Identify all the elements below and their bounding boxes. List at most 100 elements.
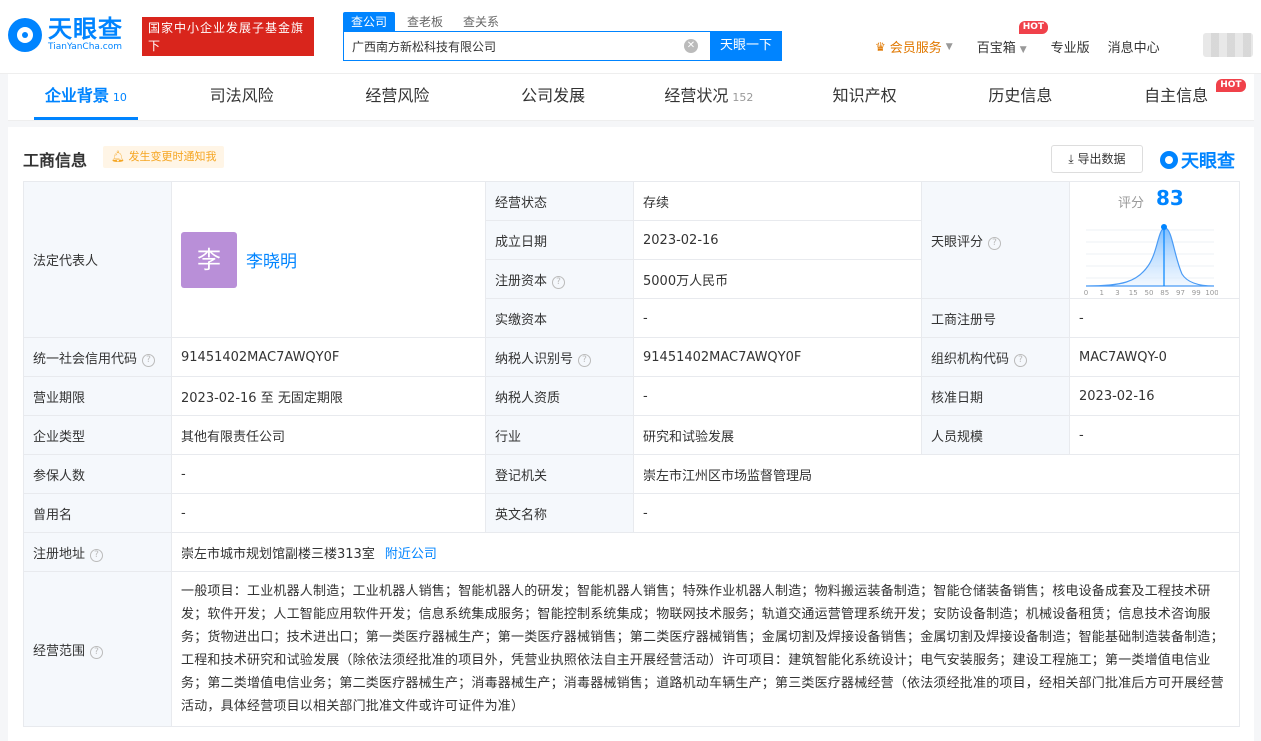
tab-label: 司法风险 <box>209 86 274 105</box>
gov-badge-line1: 国家中小企业发展子基金旗下 <box>148 21 305 53</box>
founded-value: 2023-02-16 <box>633 220 922 260</box>
site-logo[interactable]: 天眼查 TianYanCha.com <box>8 16 123 53</box>
staff-label: 人员规模 <box>921 415 1070 455</box>
bell-icon: 🔔︎ <box>111 150 129 163</box>
nearby-companies-link[interactable]: 附近公司 <box>385 547 437 562</box>
card-logo-text: 天眼查 <box>1181 151 1235 172</box>
help-icon[interactable]: ? <box>1014 353 1028 367</box>
score-title: 评分 <box>1118 196 1145 211</box>
search-tab-boss[interactable]: 查老板 <box>399 12 451 31</box>
approved-value: 2023-02-16 <box>1069 376 1240 416</box>
business-info-table: 法定代表人 李 李晓明 经营状态 存续 天眼评分? 评分 83 0 1 3 15… <box>23 181 1240 727</box>
score-tick-label: 1 <box>1100 289 1104 296</box>
credit-code-label-cell: 统一社会信用代码? <box>23 337 172 377</box>
tab-operation-risk[interactable]: 经营风险 <box>320 74 476 120</box>
scope-label-cell: 经营范围? <box>23 571 172 727</box>
tab-self-info[interactable]: 自主信息 HOT <box>1098 74 1254 120</box>
help-icon[interactable]: ? <box>90 645 104 659</box>
type-label: 企业类型 <box>23 415 172 455</box>
tab-label: 知识产权 <box>832 86 897 105</box>
vip-service-menu[interactable]: ♛ 会员服务 ▼ <box>875 37 953 57</box>
taxpayer-id-label: 纳税人识别号 <box>495 351 574 367</box>
taxpayer-id-value: 91451402MAC7AWQY0F <box>633 337 922 377</box>
legal-rep-cell: 李 李晓明 <box>171 181 486 338</box>
logo-domain: TianYanCha.com <box>48 42 123 52</box>
tab-judicial-risk[interactable]: 司法风险 <box>164 74 320 120</box>
top-header: 天眼查 TianYanCha.com 国家中小企业发展子基金旗下 官方备案企业征… <box>0 0 1261 74</box>
help-icon[interactable]: ? <box>988 236 1002 250</box>
credit-code-value: 91451402MAC7AWQY0F <box>171 337 486 377</box>
tab-operation-status[interactable]: 经营状况 152 <box>631 74 787 120</box>
table-row: 企业类型 其他有限责任公司 行业 研究和试验发展 人员规模 - <box>23 415 1240 455</box>
logo-eye-icon <box>1160 151 1178 169</box>
search-button[interactable]: 天眼一下 <box>710 31 782 61</box>
search-tab-company[interactable]: 查公司 <box>343 12 396 31</box>
status-value: 存续 <box>633 181 922 221</box>
table-row: 法定代表人 李 李晓明 经营状态 存续 天眼评分? 评分 83 0 1 3 15… <box>23 181 1240 338</box>
user-avatar[interactable] <box>1203 33 1253 57</box>
authority-label: 登记机关 <box>485 454 634 494</box>
term-label: 营业期限 <box>23 376 172 416</box>
legal-rep-label: 法定代表人 <box>23 181 172 338</box>
capital-label: 注册资本 <box>495 273 548 289</box>
table-row: 经营范围? 一般项目：工业机器人制造；工业机器人销售；智能机器人的研发；智能机器… <box>23 571 1240 727</box>
score-distribution-chart: 0 1 3 15 50 85 97 99 100 <box>1084 224 1218 296</box>
hot-badge: HOT <box>1216 79 1246 92</box>
notify-label: 发生变更时通知我 <box>128 150 217 163</box>
former-name-value: - <box>171 493 486 533</box>
score-tick-label: 50 <box>1145 289 1154 296</box>
tab-label: 经营风险 <box>365 86 430 105</box>
help-icon[interactable]: ? <box>90 548 104 562</box>
scope-value: 一般项目：工业机器人制造；工业机器人销售；智能机器人的研发；智能机器人销售；特殊… <box>171 571 1240 727</box>
staff-value: - <box>1069 415 1240 455</box>
score-tick-label: 3 <box>1115 289 1119 296</box>
authority-value: 崇左市江州区市场监督管理局 <box>633 454 1240 494</box>
gov-badge-line2: 官方备案企业征信机构 <box>148 57 279 71</box>
tab-label: 公司发展 <box>521 86 586 105</box>
founded-label: 成立日期 <box>485 220 634 260</box>
search-input[interactable] <box>344 32 674 60</box>
address-label: 注册地址 <box>33 546 86 562</box>
search-box: ✕ <box>343 31 711 61</box>
tab-count: 10 <box>112 91 127 104</box>
section-title: 工商信息 <box>23 151 88 170</box>
english-name-label: 英文名称 <box>485 493 634 533</box>
score-tick-label: 0 <box>1084 289 1088 296</box>
chevron-down-icon: ▼ <box>945 41 953 52</box>
clear-icon[interactable]: ✕ <box>684 39 698 53</box>
treasure-box-menu[interactable]: 百宝箱 ▼ HOT <box>977 21 1049 56</box>
pro-version-link[interactable]: 专业版 <box>1051 37 1090 56</box>
tab-company-development[interactable]: 公司发展 <box>475 74 631 120</box>
score-value: 83 <box>1156 186 1184 210</box>
help-icon[interactable]: ? <box>552 275 566 289</box>
help-icon[interactable]: ? <box>578 353 592 367</box>
card-logo: 天眼查 <box>1160 147 1235 173</box>
approved-label: 核准日期 <box>921 376 1070 416</box>
paid-label: 实缴资本 <box>485 298 634 338</box>
gov-badge[interactable]: 国家中小企业发展子基金旗下 官方备案企业征信机构 <box>142 17 314 71</box>
address-label-cell: 注册地址? <box>23 532 172 572</box>
tab-label: 企业背景 <box>44 86 109 105</box>
notify-on-change-button[interactable]: 🔔︎ 发生变更时通知我 <box>103 146 225 168</box>
tab-enterprise-background[interactable]: 企业背景 10 <box>8 74 164 120</box>
former-name-label: 曾用名 <box>23 493 172 533</box>
type-value: 其他有限责任公司 <box>171 415 486 455</box>
export-data-button[interactable]: ⤓ 导出数据 <box>1051 145 1143 173</box>
tab-history[interactable]: 历史信息 <box>943 74 1099 120</box>
insured-label: 参保人数 <box>23 454 172 494</box>
english-name-value: - <box>633 493 1240 533</box>
tab-intellectual-property[interactable]: 知识产权 <box>787 74 943 120</box>
score-tick-label: 99 <box>1192 289 1201 296</box>
address-cell: 崇左市城市规划馆副楼三楼313室 附近公司 <box>171 532 1240 572</box>
table-row: 营业期限 2023-02-16 至 无固定期限 纳税人资质 - 核准日期 202… <box>23 376 1240 416</box>
download-icon: ⤓ <box>1068 152 1078 166</box>
avatar[interactable]: 李 <box>181 231 237 288</box>
message-center-link[interactable]: 消息中心 <box>1108 37 1160 56</box>
export-label: 导出数据 <box>1077 152 1126 166</box>
hot-badge: HOT <box>1018 21 1049 34</box>
legal-rep-name-link[interactable]: 李晓明 <box>246 247 297 272</box>
term-value: 2023-02-16 至 无固定期限 <box>171 376 486 416</box>
score-cell[interactable]: 评分 83 0 1 3 15 50 85 97 99 100 <box>1069 181 1240 299</box>
help-icon[interactable]: ? <box>142 353 156 367</box>
search-tab-relation[interactable]: 查关系 <box>455 12 507 31</box>
